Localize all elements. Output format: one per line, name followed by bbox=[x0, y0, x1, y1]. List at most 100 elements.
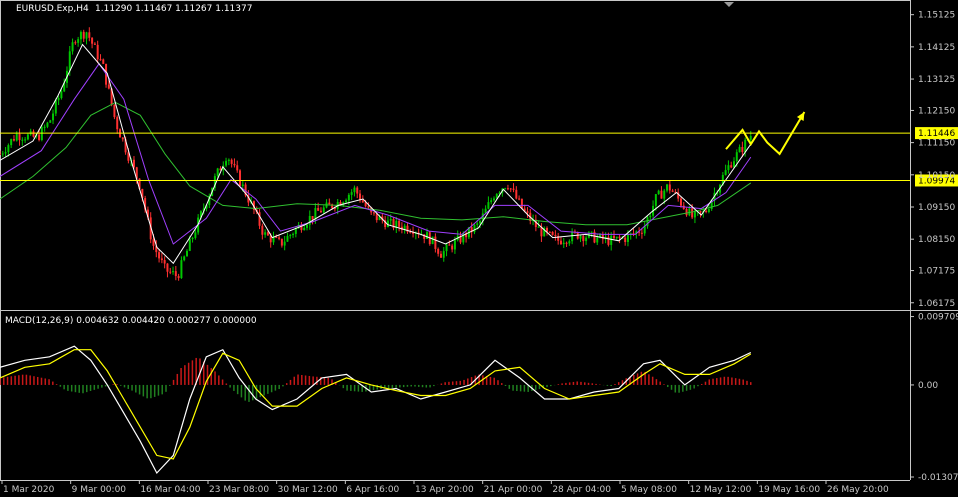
price-tick-label: 1.08150 bbox=[918, 235, 955, 245]
candle-body bbox=[46, 122, 49, 127]
candle-body bbox=[286, 235, 289, 242]
candle-body bbox=[453, 240, 456, 250]
time-tick-label: 30 Mar 12:00 bbox=[278, 485, 338, 495]
candle-body bbox=[227, 159, 230, 161]
candle-body bbox=[448, 244, 451, 246]
candle-body bbox=[54, 100, 57, 114]
candle-body bbox=[693, 211, 696, 218]
chart-background bbox=[0, 0, 958, 497]
candle-body bbox=[266, 232, 269, 236]
candle-body bbox=[1, 153, 4, 155]
candle-body bbox=[654, 194, 657, 206]
candle-body bbox=[749, 136, 752, 140]
candle-body bbox=[32, 131, 35, 137]
candle-body bbox=[724, 170, 727, 176]
candle-body bbox=[322, 207, 325, 213]
candle-body bbox=[311, 216, 314, 220]
macd-tick-label: -0.013074 bbox=[918, 473, 958, 483]
candle-body bbox=[624, 237, 627, 242]
candle-body bbox=[24, 139, 27, 141]
candle-body bbox=[615, 236, 618, 239]
candle-body bbox=[490, 200, 493, 203]
price-chart[interactable]: 1.114461.099741.151251.141251.131251.121… bbox=[0, 0, 958, 497]
candle-body bbox=[241, 184, 244, 186]
candle-body bbox=[347, 194, 350, 201]
candle-body bbox=[88, 32, 91, 38]
time-tick-label: 21 Apr 00:00 bbox=[484, 485, 543, 495]
candle-body bbox=[230, 159, 233, 164]
candle-body bbox=[188, 238, 191, 251]
candle-body bbox=[353, 187, 356, 193]
candle-body bbox=[158, 252, 161, 259]
candle-body bbox=[292, 233, 295, 235]
candle-body bbox=[730, 165, 733, 168]
candle-body bbox=[476, 223, 479, 225]
candle-body bbox=[174, 271, 177, 277]
candle-body bbox=[77, 39, 80, 43]
candle-body bbox=[356, 187, 359, 194]
candle-body bbox=[512, 188, 515, 190]
price-tick-label: 1.09150 bbox=[918, 203, 955, 213]
candle-body bbox=[707, 209, 710, 213]
candle-body bbox=[492, 198, 495, 201]
candle-body bbox=[582, 236, 585, 242]
candle-body bbox=[177, 276, 180, 279]
candle-body bbox=[640, 232, 643, 234]
candle-body bbox=[79, 31, 82, 40]
time-tick-label: 9 Mar 00:00 bbox=[72, 485, 127, 495]
candle-body bbox=[26, 134, 29, 140]
time-tick-label: 26 May 20:00 bbox=[827, 485, 889, 495]
time-tick-label: 16 Mar 04:00 bbox=[140, 485, 200, 495]
candle-body bbox=[668, 184, 671, 191]
candle-body bbox=[431, 236, 434, 245]
candle-body bbox=[585, 237, 588, 242]
candle-body bbox=[236, 165, 239, 171]
candle-body bbox=[93, 43, 96, 45]
candle-body bbox=[172, 271, 175, 273]
time-tick-label: 13 Apr 20:00 bbox=[415, 485, 474, 495]
candle-body bbox=[562, 242, 565, 245]
ohlc-label: 1.11290 1.11467 1.11267 1.11377 bbox=[95, 4, 252, 14]
candle-body bbox=[445, 244, 448, 252]
candle-body bbox=[261, 225, 264, 235]
price-tick-label: 1.14125 bbox=[918, 43, 955, 53]
candle-body bbox=[160, 258, 163, 261]
candle-body bbox=[183, 256, 186, 261]
candle-body bbox=[590, 231, 593, 233]
candle-body bbox=[225, 160, 228, 166]
candle-body bbox=[303, 227, 306, 231]
candle-body bbox=[21, 139, 24, 141]
candle-body bbox=[52, 113, 55, 121]
candle-body bbox=[4, 152, 7, 154]
candle-body bbox=[289, 234, 292, 236]
candle-body bbox=[350, 192, 353, 195]
candle-body bbox=[479, 221, 482, 224]
candle-body bbox=[57, 98, 60, 101]
candle-body bbox=[10, 139, 13, 146]
candle-body bbox=[107, 84, 110, 89]
candle-body bbox=[305, 224, 308, 228]
price-tick-label: 1.12150 bbox=[918, 106, 955, 116]
candle-body bbox=[437, 248, 440, 254]
symbol-label: EURUSD.Exp,H4 bbox=[16, 4, 89, 14]
candle-body bbox=[74, 42, 77, 44]
candle-body bbox=[473, 224, 476, 233]
time-tick-label: 6 Apr 16:00 bbox=[346, 485, 399, 495]
candle-body bbox=[116, 117, 119, 130]
price-tick-label: 1.06175 bbox=[918, 299, 955, 309]
candle-body bbox=[194, 232, 197, 238]
candle-body bbox=[275, 237, 278, 239]
candle-body bbox=[738, 146, 741, 153]
candle-body bbox=[649, 215, 652, 218]
candle-body bbox=[744, 139, 747, 153]
candle-body bbox=[442, 251, 445, 258]
candle-body bbox=[71, 42, 74, 52]
candle-body bbox=[191, 237, 194, 239]
candle-body bbox=[735, 152, 738, 162]
candle-body bbox=[663, 190, 666, 199]
candle-body bbox=[666, 184, 669, 191]
level-price-label: 1.11446 bbox=[918, 129, 955, 139]
candle-body bbox=[361, 200, 364, 203]
candle-body bbox=[60, 91, 63, 99]
candle-body bbox=[367, 206, 370, 208]
